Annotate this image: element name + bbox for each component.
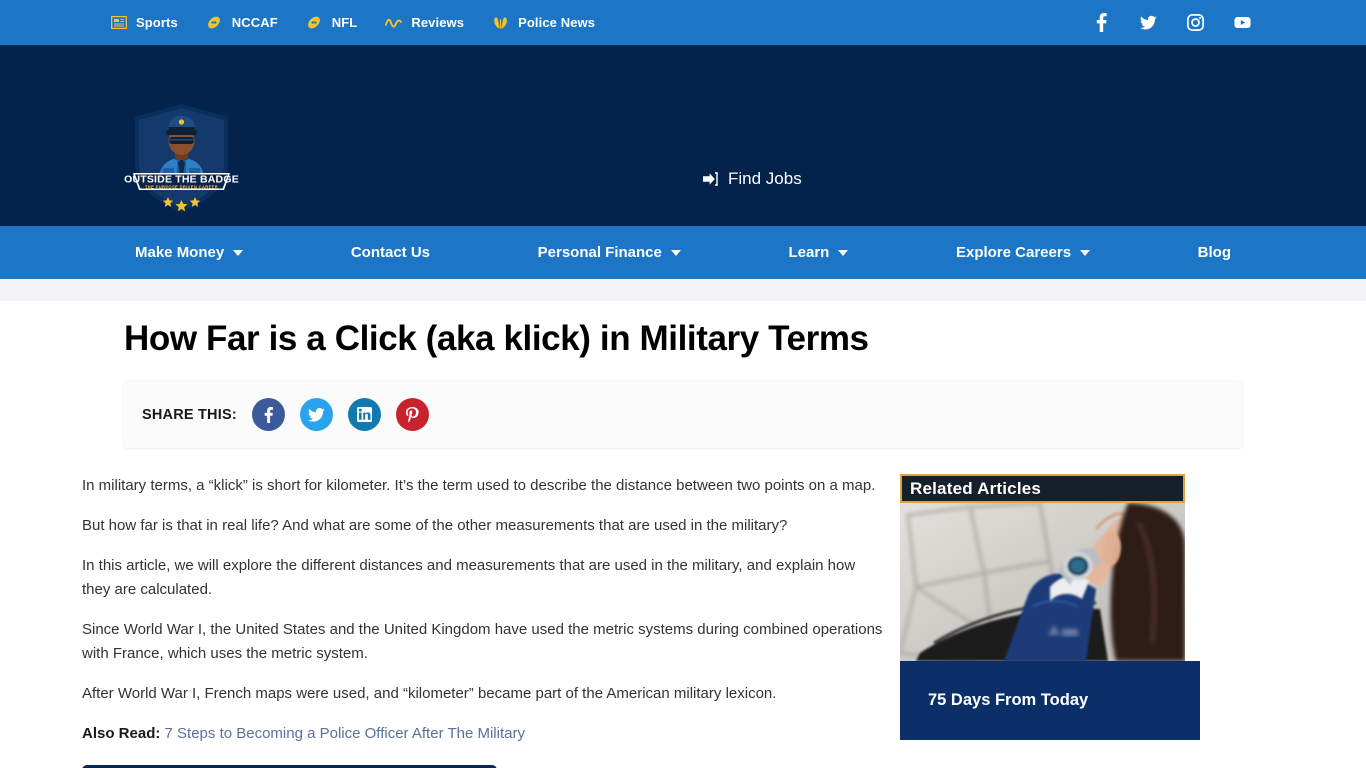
topbar-link-label: Reviews [411, 15, 465, 30]
linkedin-share-button[interactable] [347, 398, 381, 431]
find-jobs-label: Find Jobs [728, 169, 802, 188]
topbar-link-label: Police News [518, 15, 596, 30]
content-area: In military terms, a “klick” is short fo… [0, 448, 1366, 768]
related-article-thumbnail [900, 503, 1185, 661]
sidebar: Related Articles 75 Days From Today [900, 474, 1200, 768]
twitter-share-button[interactable] [299, 398, 333, 431]
praying-hands-icon [492, 15, 509, 30]
nav-item-contact-us[interactable]: Contact Us [351, 244, 430, 261]
topbar-link-nfl[interactable]: NFL [306, 15, 358, 30]
main-navigation: Make Money Contact Us Personal Finance L… [0, 226, 1366, 279]
nav-item-personal-finance[interactable]: Personal Finance [538, 244, 681, 261]
related-article-title: 75 Days From Today [928, 691, 1089, 709]
chevron-down-icon [233, 249, 244, 256]
article-paragraph: In military terms, a “klick” is short fo… [82, 477, 876, 494]
topbar-link-nccaf[interactable]: NCCAF [206, 15, 278, 30]
site-header: OUTSIDE THE BADGE THE PURPOSE DRIVEN CAR… [0, 45, 1366, 226]
nav-item-explore-careers[interactable]: Explore Careers [955, 244, 1091, 261]
instagram-icon[interactable] [1187, 14, 1204, 31]
nav-item-label: Personal Finance [537, 244, 662, 261]
squiggle-icon [385, 15, 403, 30]
youtube-icon[interactable] [1234, 14, 1251, 31]
topbar-link-reviews[interactable]: Reviews [385, 15, 464, 30]
topbar-link-police-news[interactable]: Police News [492, 15, 595, 30]
topbar-link-label: Sports [136, 15, 178, 30]
nav-item-label: Make Money [135, 244, 225, 261]
twitter-icon[interactable] [1140, 14, 1157, 31]
sign-in-arrow-icon [703, 171, 720, 188]
facebook-share-button[interactable] [251, 398, 285, 431]
share-label: SHARE THIS: [142, 406, 237, 423]
nav-item-make-money[interactable]: Make Money [135, 244, 244, 261]
page-body: How Far is a Click (aka klick) in Milita… [0, 301, 1366, 768]
article-paragraph: Since World War I, the United States and… [82, 621, 883, 662]
topbar-link-label: NCCAF [231, 15, 278, 30]
top-bar-links: Sports NCCAF NFL Reviews Police News [110, 15, 595, 30]
topbar-link-sports[interactable]: Sports [110, 15, 178, 30]
related-articles-title: Related Articles [910, 478, 1042, 498]
nav-item-learn[interactable]: Learn [788, 244, 849, 261]
related-article-card[interactable]: 75 Days From Today [900, 503, 1200, 740]
chevron-down-icon [838, 249, 849, 256]
outside-the-badge-logo[interactable]: OUTSIDE THE BADGE THE PURPOSE DRIVEN CAR… [124, 100, 239, 216]
newspaper-icon [110, 15, 127, 30]
svg-text:THE PURPOSE DRIVEN CAREER: THE PURPOSE DRIVEN CAREER [145, 184, 218, 189]
top-bar-social-links [1093, 13, 1251, 32]
facebook-icon[interactable] [1093, 13, 1110, 32]
section-divider [0, 279, 1366, 301]
related-articles-heading: Related Articles [900, 474, 1185, 503]
article-paragraph: But how far is that in real life? And wh… [82, 517, 788, 534]
nav-item-label: Explore Careers [955, 244, 1072, 261]
article-paragraph: After World War I, French maps were used… [82, 685, 777, 702]
nav-item-label: Blog [1197, 244, 1231, 261]
also-read-label: Also Read: [82, 725, 161, 742]
also-read-link[interactable]: 7 Steps to Becoming a Police Officer Aft… [165, 725, 525, 742]
topbar-link-label: NFL [331, 15, 358, 30]
football-icon [306, 15, 323, 30]
related-article-caption: 75 Days From Today [900, 661, 1200, 740]
nav-item-label: Contact Us [350, 244, 431, 261]
chevron-down-icon [1080, 249, 1091, 256]
nav-item-label: Learn [788, 244, 830, 261]
pinterest-share-button[interactable] [395, 398, 429, 431]
nav-item-blog[interactable]: Blog [1198, 244, 1231, 261]
chevron-down-icon [670, 249, 681, 256]
share-bar: SHARE THIS: [124, 381, 1242, 448]
football-icon [206, 15, 223, 30]
find-jobs-link[interactable]: Find Jobs [703, 169, 802, 189]
also-read-line: Also Read: 7 Steps to Becoming a Police … [82, 722, 885, 746]
top-bar: Sports NCCAF NFL Reviews Police News [0, 0, 1366, 45]
article-body: In military terms, a “klick” is short fo… [0, 474, 900, 768]
page-title: How Far is a Click (aka klick) in Milita… [124, 319, 869, 358]
article-paragraph: In this article, we will explore the dif… [82, 557, 856, 598]
